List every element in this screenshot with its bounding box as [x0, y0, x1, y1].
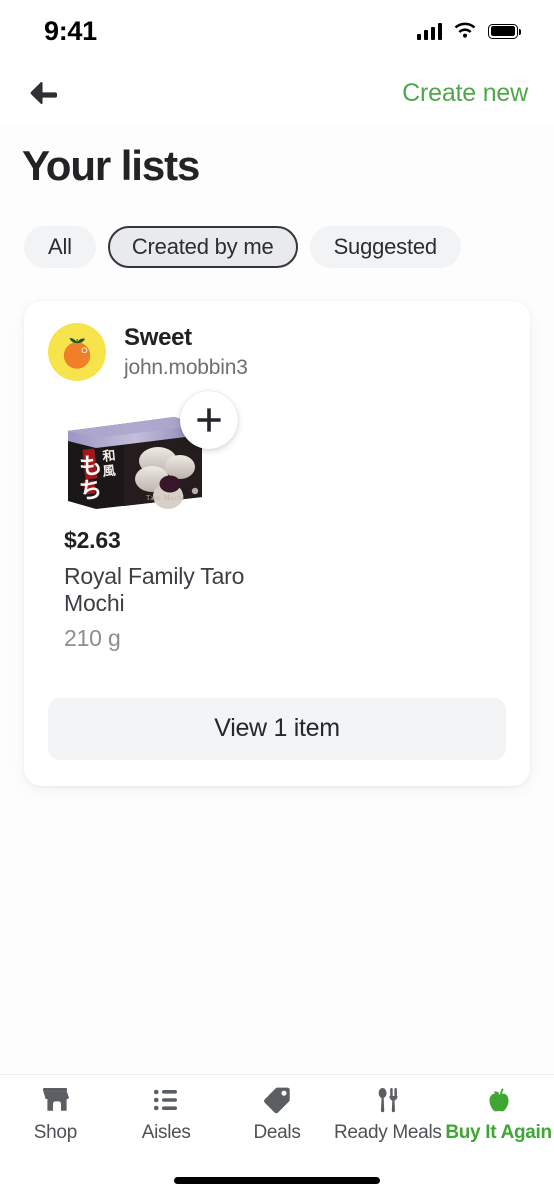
back-arrow-icon	[30, 81, 57, 105]
product-size: 210 g	[64, 624, 121, 651]
list-card-identity: Sweet john.mobbin3	[124, 324, 248, 380]
status-time: 9:41	[44, 15, 97, 46]
svg-text:Taro Mochi: Taro Mochi	[146, 494, 185, 502]
product-name: Royal Family Taro Mochi	[64, 563, 245, 616]
fork-spoon-icon	[378, 1088, 398, 1113]
filter-chips: All Created by me Suggested	[0, 190, 554, 268]
home-indicator-zone	[0, 1160, 554, 1200]
back-button[interactable]	[22, 72, 64, 114]
plus-icon	[197, 408, 221, 432]
filter-chip-suggested[interactable]: Suggested	[309, 226, 461, 268]
bottom-tab-bar: Shop Aisles Deals Ready Meals Buy It Aga…	[0, 1074, 554, 1160]
svg-text:ち: ち	[78, 477, 104, 505]
cellular-signal-icon	[416, 22, 442, 40]
tab-deals[interactable]: Deals	[222, 1085, 333, 1144]
tab-label-deals: Deals	[253, 1122, 301, 1143]
tab-label-shop: Shop	[33, 1122, 77, 1143]
filter-chip-created-by-me[interactable]: Created by me	[107, 226, 298, 268]
navbar: Create new	[0, 62, 554, 124]
filter-chip-all[interactable]: All	[24, 226, 96, 268]
home-indicator[interactable]	[174, 1176, 380, 1184]
orange-fruit-avatar-icon	[48, 323, 106, 381]
product-meta: $2.63 Royal Family Taro Mochi 210 g	[48, 513, 506, 652]
tab-buy-it-again[interactable]: Buy It Again	[443, 1085, 554, 1144]
list-owner: john.mobbin3	[124, 356, 248, 379]
list-card-product: Taro Mochi 和 風 も ち $2.63 Royal Family Ta…	[24, 381, 530, 652]
svg-text:和: 和	[102, 448, 117, 465]
tab-ready-meals[interactable]: Ready Meals	[332, 1085, 443, 1144]
battery-full-icon	[488, 23, 522, 39]
svg-text:風: 風	[102, 464, 117, 480]
list-card-sweet[interactable]: Sweet john.mobbin3 Taro Mochi 和 風 も ち $2…	[24, 301, 530, 786]
create-new-button[interactable]: Create new	[402, 79, 528, 108]
tab-label-aisles: Aisles	[141, 1122, 191, 1143]
product-image-wrap: Taro Mochi 和 風 も ち	[62, 391, 238, 513]
tab-aisles[interactable]: Aisles	[111, 1085, 222, 1144]
add-product-button[interactable]	[180, 391, 238, 449]
tab-label-ready-meals: Ready Meals	[333, 1122, 442, 1143]
status-bar: 9:41	[0, 0, 554, 62]
lists-scroll-area[interactable]: Sweet john.mobbin3 Taro Mochi 和 風 も ち $2…	[0, 268, 554, 1074]
page-title: Your lists	[22, 142, 200, 189]
product-price: $2.63	[64, 527, 121, 553]
list-card-header: Sweet john.mobbin3	[24, 323, 530, 381]
tab-label-buy-it-again: Buy It Again	[445, 1122, 552, 1143]
green-apple-icon	[489, 1088, 509, 1112]
wifi-icon	[454, 22, 476, 38]
list-name: Sweet	[124, 324, 192, 351]
list-bullets-icon	[154, 1089, 178, 1111]
status-icons	[416, 22, 522, 40]
store-icon	[43, 1088, 70, 1111]
view-items-button[interactable]: View 1 item	[48, 697, 506, 760]
phone-screen: 9:41 Create new Your lists All Created b…	[0, 0, 554, 1200]
price-tag-icon	[264, 1087, 290, 1114]
tab-shop[interactable]: Shop	[0, 1085, 111, 1144]
